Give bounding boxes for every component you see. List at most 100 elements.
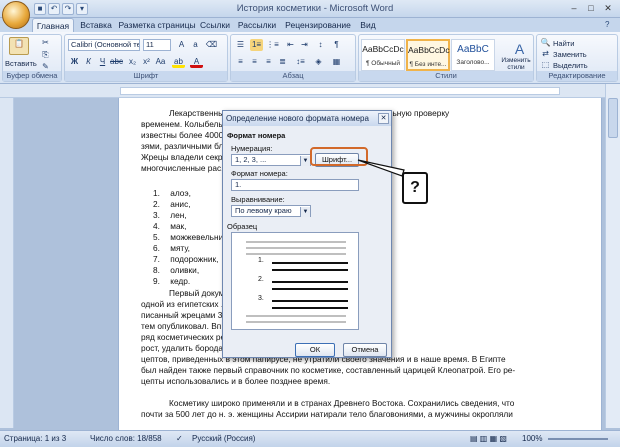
scrollbar-thumb[interactable] — [608, 98, 618, 138]
font-name-select[interactable]: Calibri (Основной те — [68, 39, 140, 51]
style-normal[interactable]: AaBbCcDc ¶ Обычный — [361, 39, 405, 71]
dialog-title: Определение нового формата номера — [223, 111, 391, 126]
underline-icon[interactable]: Ч — [96, 56, 109, 68]
zoom-slider[interactable] — [548, 438, 608, 440]
shading-icon[interactable]: ◈ — [312, 56, 325, 68]
tab-insert[interactable]: Вставка — [76, 18, 116, 32]
select-button[interactable]: Выделить — [553, 61, 588, 70]
preview-line — [246, 247, 346, 249]
preview-line — [272, 300, 348, 302]
office-button[interactable] — [2, 1, 30, 29]
clear-format-icon[interactable]: ⌫ — [205, 39, 218, 51]
word-count[interactable]: Число слов: 18/858 — [90, 434, 162, 443]
style-no-spacing[interactable]: AaBbCcDc ¶ Без инте... — [406, 39, 450, 71]
zoom-level[interactable]: 100% — [522, 434, 542, 443]
page-count[interactable]: Страница: 1 из 3 — [4, 434, 66, 443]
font-size-select[interactable]: 11 — [143, 39, 171, 51]
subscript-icon[interactable]: x₂ — [126, 56, 139, 68]
change-case-icon[interactable]: Aa — [154, 56, 167, 68]
status-bar: Страница: 1 из 3 Число слов: 18/858 ✓ Ру… — [0, 430, 620, 447]
format-input[interactable]: 1. — [231, 179, 359, 191]
line-spacing-icon[interactable]: ↕≡ — [294, 56, 307, 68]
sample-preview: 1. 2. 3. — [231, 232, 359, 330]
font-color-icon[interactable]: A — [190, 56, 203, 68]
strike-icon[interactable]: abc — [110, 56, 123, 68]
maximize-icon[interactable]: □ — [583, 1, 599, 15]
style-preview: AaBbCcDc — [408, 45, 450, 55]
sort-icon[interactable]: ↕ — [314, 39, 327, 51]
align-right-icon[interactable]: ≡ — [262, 56, 275, 68]
preview-line — [246, 253, 346, 255]
tab-mailings[interactable]: Рассылки — [234, 18, 280, 32]
align-value: По левому краю — [235, 206, 292, 215]
paragraph-line: Косметику широко применяли и в странах Д… — [169, 398, 515, 408]
align-select[interactable]: По левому краю ▼ — [231, 205, 311, 217]
bold-icon[interactable]: Ж — [68, 56, 81, 68]
paste-button[interactable]: Вставить — [5, 59, 37, 68]
cancel-button[interactable]: Отмена — [343, 343, 387, 357]
chevron-down-icon[interactable]: ▼ — [300, 207, 310, 217]
redo-icon[interactable]: ↷ — [62, 3, 74, 15]
align-label: Выравнивание: — [231, 195, 285, 204]
undo-icon[interactable]: ↶ — [48, 3, 60, 15]
view-buttons-icon[interactable]: ▤ ▥ ▦ ▧ — [470, 434, 507, 443]
numbering-value: 1, 2, 3, ... — [235, 155, 267, 164]
change-styles-icon[interactable]: A — [513, 42, 526, 56]
select-icon[interactable]: ⬚ — [539, 59, 552, 71]
superscript-icon[interactable]: x² — [140, 56, 153, 68]
sample-label: Образец — [227, 222, 258, 231]
proofing-icon[interactable]: ✓ — [176, 434, 183, 443]
copy-icon[interactable]: ⎘ — [39, 49, 52, 61]
tab-page-layout[interactable]: Разметка страницы — [118, 18, 196, 32]
customize-qat-icon[interactable]: ▾ — [76, 3, 88, 15]
preview-line — [272, 288, 348, 290]
style-heading1[interactable]: AaBbC Заголово... — [451, 39, 495, 71]
numbering-select[interactable]: 1, 2, 3, ... ▼ — [231, 154, 311, 166]
dialog-close-icon[interactable]: ✕ — [378, 113, 389, 124]
vertical-ruler[interactable] — [0, 98, 14, 428]
horizontal-ruler[interactable] — [0, 84, 620, 98]
borders-icon[interactable]: ▦ — [330, 56, 343, 68]
change-styles-button[interactable]: Изменить стили — [499, 57, 533, 71]
bullets-icon[interactable]: ☰ — [234, 39, 247, 51]
vertical-scrollbar[interactable] — [605, 84, 620, 428]
ok-button[interactable]: ОК — [295, 343, 335, 357]
preview-line — [246, 315, 346, 317]
increase-indent-icon[interactable]: ⇥ — [298, 39, 311, 51]
tab-view[interactable]: Вид — [356, 18, 380, 32]
tab-references[interactable]: Ссылки — [198, 18, 232, 32]
paste-icon[interactable]: 📋 — [9, 37, 29, 55]
question-callout: ? — [402, 172, 428, 204]
shrink-font-icon[interactable]: a — [189, 39, 202, 51]
numbering-icon[interactable]: 1≡ — [250, 39, 263, 51]
decrease-indent-icon[interactable]: ⇤ — [284, 39, 297, 51]
justify-icon[interactable]: ≣ — [276, 56, 289, 68]
tab-home[interactable]: Главная — [32, 18, 74, 32]
highlight-icon[interactable]: ab — [172, 56, 185, 68]
help-icon[interactable]: ? — [605, 20, 609, 29]
ribbon: 📋 Вставить ✂ ⎘ ✎ Буфер обмена Calibri (О… — [0, 32, 620, 84]
replace-button[interactable]: Заменить — [553, 50, 587, 59]
pilcrow-icon[interactable]: ¶ — [330, 39, 343, 51]
title-bar: ■ ↶ ↷ ▾ История косметики - Microsoft Wo… — [0, 0, 620, 18]
callout-pointer — [357, 159, 405, 177]
close-icon[interactable]: ✕ — [600, 1, 616, 15]
cut-icon[interactable]: ✂ — [39, 37, 52, 49]
align-center-icon[interactable]: ≡ — [248, 56, 261, 68]
callout-arrow — [357, 159, 405, 177]
minimize-icon[interactable]: – — [566, 1, 582, 15]
italic-icon[interactable]: К — [82, 56, 95, 68]
clipboard-group: 📋 Вставить ✂ ⎘ ✎ Буфер обмена — [2, 34, 62, 82]
chevron-down-icon[interactable]: ▼ — [300, 156, 310, 166]
grow-font-icon[interactable]: A — [175, 39, 188, 51]
save-icon[interactable]: ■ — [34, 3, 46, 15]
section-label: Формат номера — [227, 131, 286, 140]
preview-number: 1. — [258, 257, 264, 264]
tab-review[interactable]: Рецензирование — [282, 18, 354, 32]
style-preview: AaBbC — [457, 44, 489, 55]
multilevel-list-icon[interactable]: ⋮≡ — [266, 39, 279, 51]
align-left-icon[interactable]: ≡ — [234, 56, 247, 68]
find-button[interactable]: Найти — [553, 39, 574, 48]
ruler-track[interactable] — [120, 87, 560, 95]
language[interactable]: Русский (Россия) — [192, 434, 255, 443]
